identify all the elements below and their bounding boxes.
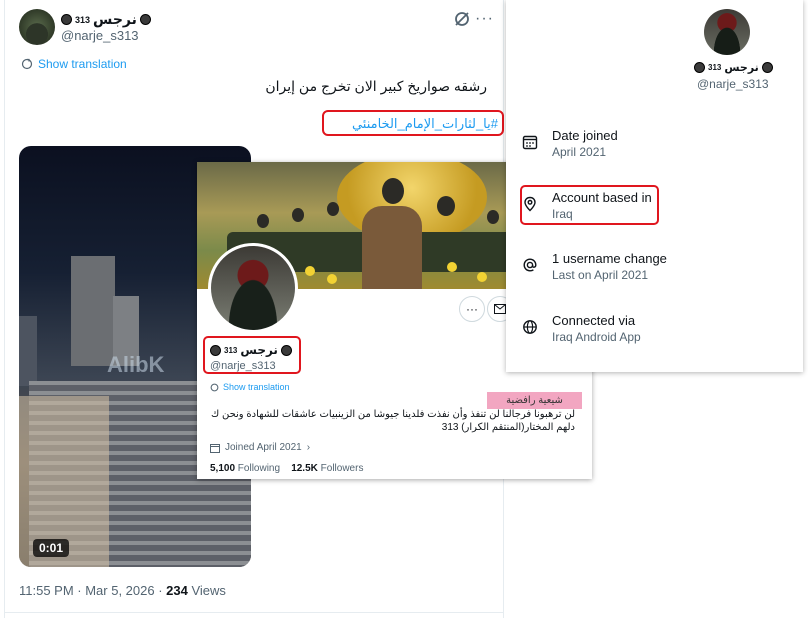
tweet-metadata: 11:55 PM · Mar 5, 2026 · 234 Views (19, 583, 226, 598)
building-shape (19, 316, 37, 386)
profile-joined: Joined April 2021 › (210, 442, 310, 453)
views-label: Views (187, 583, 226, 598)
row-title: Date joined (552, 128, 618, 143)
row-subtitle: Last on April 2021 (552, 268, 649, 282)
divider (5, 612, 503, 613)
profile-show-translation-link[interactable]: Show translation (210, 382, 290, 392)
following-count[interactable]: 5,100 (210, 463, 235, 474)
badge-icon (761, 62, 773, 73)
following-label: Following (235, 463, 281, 474)
mail-icon (494, 304, 506, 314)
banner-flower (305, 266, 315, 276)
chevron-right-icon: › (306, 442, 311, 453)
banner-figure (382, 178, 404, 204)
banner-figure (327, 202, 339, 216)
display-name: نرجس (93, 11, 137, 27)
banner-flower (477, 272, 487, 282)
video-watermark: AlibK (107, 352, 165, 377)
badge-icon (139, 14, 151, 25)
location-pin-icon (524, 196, 536, 212)
row-title: Connected via (552, 313, 636, 328)
badge-icon (694, 62, 705, 73)
show-translation-label: Show translation (223, 382, 290, 392)
account-based-in-row: Account based in Iraq (522, 190, 652, 221)
at-sign-icon (523, 258, 537, 272)
row-title: 1 username change (552, 251, 667, 266)
badge-icon (280, 344, 292, 356)
banner-flower (447, 262, 457, 272)
translate-icon (210, 383, 219, 391)
followers-count[interactable]: 12.5K (291, 463, 318, 474)
hashtag-link[interactable]: #يا_لثارات_الإمام_الخامنئي (323, 116, 498, 132)
globe-icon (523, 320, 537, 334)
more-options-button[interactable]: ··· (459, 296, 485, 322)
name-superscript: 313 (224, 345, 238, 355)
connected-via-row: Connected via Iraq Android App (522, 313, 641, 344)
date-joined-row: Date joined April 2021 (522, 128, 618, 159)
about-account-card: 313 نرجس @narje_s313 Date joined April 2… (506, 0, 803, 372)
display-name: نرجس (724, 62, 759, 74)
banner-figure (292, 208, 304, 222)
banner-figure (257, 214, 269, 228)
name-superscript: 313 (708, 63, 722, 72)
joined-label: Joined April 2021 (225, 442, 302, 453)
building-shape (71, 256, 115, 366)
row-subtitle: Iraq (552, 207, 573, 221)
tweet-author-handle[interactable]: @narje_s313 (61, 28, 139, 43)
display-name: نرجس (240, 343, 278, 357)
show-translation-link[interactable]: Show translation (21, 57, 127, 71)
video-duration: 0:01 (33, 539, 70, 557)
profile-display-name: 313 نرجس (210, 343, 292, 357)
badge-icon (210, 344, 221, 356)
row-title: Account based in (552, 190, 652, 205)
about-handle: @narje_s313 (697, 77, 769, 91)
more-options-icon[interactable]: ··· (475, 10, 494, 28)
username-change-row: 1 username change Last on April 2021 (522, 251, 667, 282)
about-display-name: 313 نرجس (694, 61, 773, 74)
annotation-label: شيعية رافضية (487, 392, 582, 409)
banner-figure (487, 210, 499, 224)
views-count: 234 (166, 583, 188, 598)
tweet-author-avatar[interactable] (19, 9, 55, 45)
grok-icon[interactable] (453, 10, 471, 28)
followers-label: Followers (317, 463, 364, 474)
banner-flower (327, 274, 337, 284)
banner-figure-robe (362, 206, 422, 289)
row-subtitle: April 2021 (552, 145, 607, 159)
profile-handle: @narje_s313 (210, 360, 276, 372)
profile-avatar[interactable] (208, 243, 298, 333)
tweet-text: رشقه صواريخ كبير الان تخرج من إيران (265, 78, 487, 94)
badge-icon (61, 14, 72, 25)
translate-icon (21, 58, 33, 70)
profile-follow-counts: 5,100 Following 12.5K Followers (210, 463, 363, 474)
tweet-author-name[interactable]: 313 نرجس (61, 11, 151, 28)
calendar-icon (522, 135, 538, 150)
row-subtitle: Iraq Android App (552, 330, 641, 344)
profile-bio: لن ترهبونا فرجالنا لن تنفذ وأن نفذت فلدي… (210, 409, 575, 433)
tweet-timestamp[interactable]: 11:55 PM · Mar 5, 2026 · (19, 583, 166, 598)
show-translation-label: Show translation (38, 57, 127, 71)
name-superscript: 313 (75, 14, 91, 25)
banner-figure (437, 196, 455, 216)
about-avatar (704, 9, 750, 55)
calendar-icon (210, 443, 220, 453)
